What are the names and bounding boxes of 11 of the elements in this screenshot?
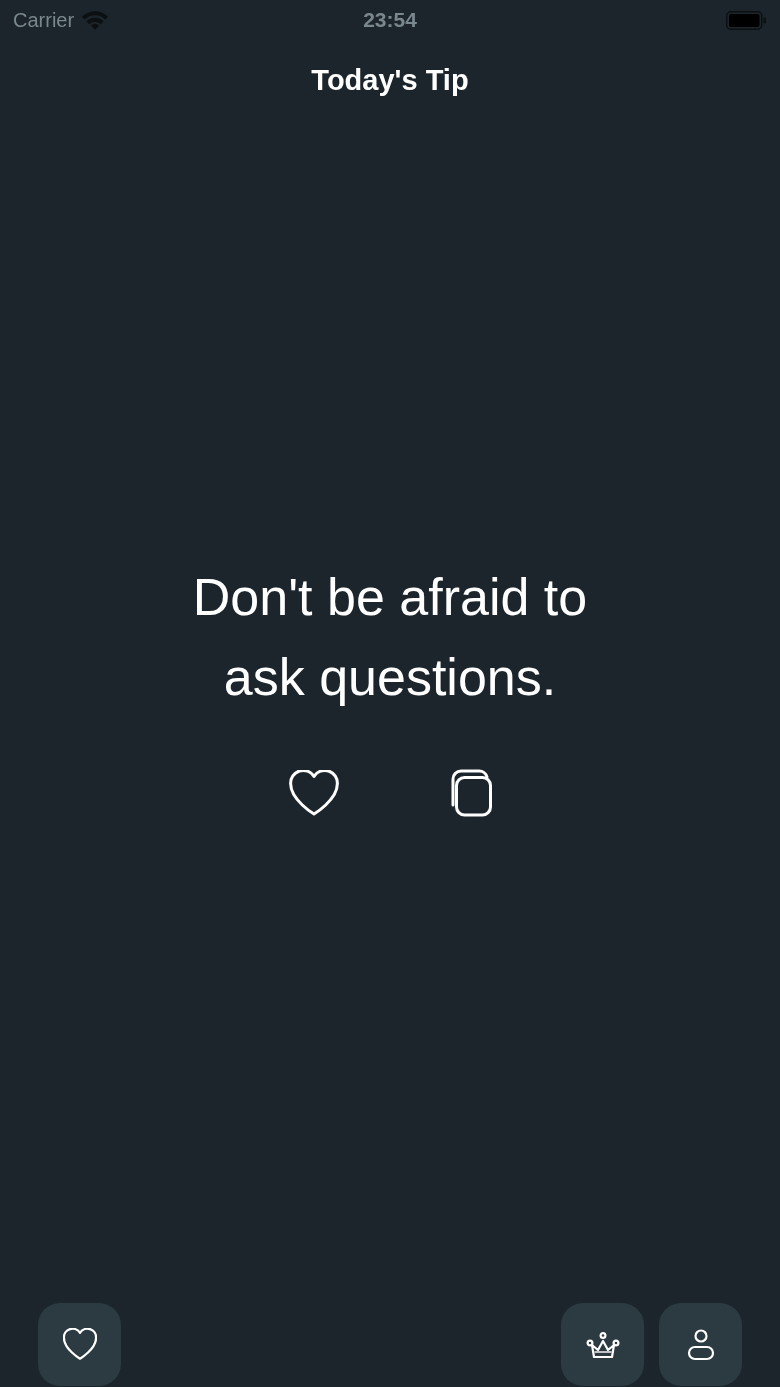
- premium-button[interactable]: [561, 1303, 644, 1386]
- heart-icon: [62, 1327, 97, 1362]
- tip-text: Don't be afraid to ask questions.: [191, 567, 589, 708]
- clock-time: 23:54: [363, 8, 417, 32]
- wifi-icon: [81, 10, 110, 30]
- screen-title: Today's Tip: [311, 63, 469, 97]
- favorites-button[interactable]: [38, 1303, 121, 1386]
- carrier-label: Carrier: [13, 8, 75, 32]
- battery-icon: [726, 10, 766, 30]
- heart-icon[interactable]: [288, 770, 339, 816]
- profile-button[interactable]: [659, 1303, 742, 1386]
